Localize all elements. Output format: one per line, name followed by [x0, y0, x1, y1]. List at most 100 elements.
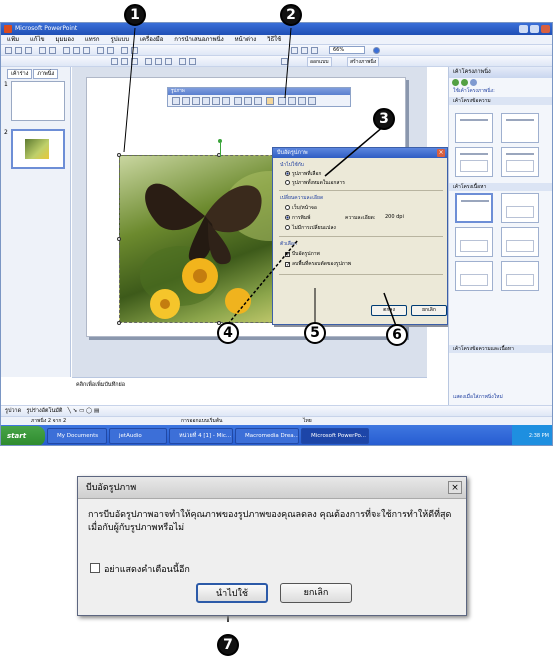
format-picture-icon[interactable]	[288, 97, 296, 105]
bold-icon[interactable]	[111, 58, 118, 65]
cancel-button[interactable]: ยกเลิก	[411, 305, 447, 316]
section-text-layouts[interactable]: เค้าโครงข้อความ	[449, 97, 552, 105]
back-icon[interactable]	[452, 79, 459, 86]
open-icon[interactable]	[15, 47, 22, 54]
radio-all-pictures[interactable]: รูปภาพทั้งหมดในเอกสาร	[285, 179, 345, 187]
align-center-icon[interactable]	[155, 58, 162, 65]
redo-icon[interactable]	[107, 47, 114, 54]
resize-handle[interactable]	[117, 237, 121, 241]
menu-slideshow[interactable]: การนำเสนอภาพนิ่ง	[174, 36, 223, 43]
underline-icon[interactable]	[131, 58, 138, 65]
menu-view[interactable]: มุมมอง	[56, 36, 74, 43]
layout-tile[interactable]	[455, 147, 493, 177]
cut-icon[interactable]	[63, 47, 70, 54]
menu-edit[interactable]: แก้ไข	[30, 36, 45, 43]
taskbar-item[interactable]: Microsoft PowerPo...	[301, 428, 369, 444]
color-icon[interactable]	[301, 47, 308, 54]
slide-thumbnail-2[interactable]	[11, 129, 65, 169]
autoshapes-menu[interactable]: รูปร่างอัตโนมัติ	[26, 408, 62, 414]
new-icon[interactable]	[5, 47, 12, 54]
resize-handle[interactable]	[117, 153, 121, 157]
radio-no-change[interactable]: ไม่มีการเปลี่ยนแปลง	[285, 224, 336, 232]
italic-icon[interactable]	[121, 58, 128, 65]
radio-web-screen[interactable]: เว็บ/หน้าจอ	[285, 204, 317, 212]
cancel-button[interactable]: ยกเลิก	[280, 583, 352, 603]
reset-picture-icon[interactable]	[308, 97, 316, 105]
close-icon[interactable]: ×	[437, 149, 445, 157]
font-color-icon[interactable]	[281, 58, 288, 65]
oval-icon[interactable]: ◯	[86, 408, 92, 414]
apply-button[interactable]: นำไปใช้	[196, 583, 268, 603]
close-button[interactable]	[541, 25, 550, 33]
menu-help[interactable]: วิธีใช้	[267, 36, 281, 43]
taskbar-item[interactable]: Macromedia Drea...	[235, 428, 299, 444]
layout-tile[interactable]	[455, 193, 493, 223]
compress-pictures-icon[interactable]	[266, 97, 274, 105]
start-button[interactable]: start	[1, 426, 45, 445]
show-on-insert-checkbox[interactable]: แสดงเมื่อใส่ภาพนิ่งใหม่	[449, 393, 503, 401]
numbering-icon[interactable]	[179, 58, 186, 65]
layout-tile[interactable]	[455, 113, 493, 143]
print-icon[interactable]	[39, 47, 46, 54]
slide-thumbnail-1[interactable]	[11, 81, 65, 121]
grid-icon[interactable]	[291, 47, 298, 54]
preview-icon[interactable]	[49, 47, 56, 54]
taskbar-item[interactable]: หน่วยที่ 4 [1] - Mic...	[169, 428, 233, 444]
align-right-icon[interactable]	[165, 58, 172, 65]
design-button[interactable]: ออกแบบ	[307, 57, 332, 67]
table-icon[interactable]	[131, 47, 138, 54]
layout-tile[interactable]	[455, 227, 493, 257]
notes-pane[interactable]: คลิกเพื่อเพิ่มบันทึกย่อ	[72, 377, 427, 405]
minimize-button[interactable]	[519, 25, 528, 33]
rectangle-icon[interactable]: ▭	[79, 408, 84, 414]
crop-icon[interactable]	[234, 97, 242, 105]
tab-outline[interactable]: เค้าร่าง	[7, 69, 33, 79]
chart-icon[interactable]	[121, 47, 128, 54]
layout-tile[interactable]	[455, 261, 493, 291]
line-icon[interactable]: ╲	[68, 408, 71, 414]
draw-menu[interactable]: รูปวาด	[5, 408, 21, 414]
less-brightness-icon[interactable]	[222, 97, 230, 105]
layout-tile[interactable]	[501, 113, 539, 143]
menu-format[interactable]: รูปแบบ	[110, 36, 129, 43]
resize-handle[interactable]	[117, 321, 121, 325]
line-style-icon[interactable]	[254, 97, 262, 105]
layout-tile[interactable]	[501, 261, 539, 291]
taskbar-item[interactable]: jetAudio	[109, 428, 167, 444]
align-left-icon[interactable]	[145, 58, 152, 65]
ok-button[interactable]: ตกลง	[371, 305, 407, 316]
rotate-left-icon[interactable]	[244, 97, 252, 105]
section-text-content-layouts[interactable]: เค้าโครงข้อความและเนื้อหา	[449, 345, 552, 353]
radio-print[interactable]: การพิมพ์	[285, 214, 310, 222]
undo-icon[interactable]	[97, 47, 104, 54]
more-brightness-icon[interactable]	[212, 97, 220, 105]
recolor-icon[interactable]	[278, 97, 286, 105]
dont-show-checkbox[interactable]: อย่าแสดงคำเตือนนี้อีก	[90, 562, 190, 576]
checkbox-delete-cropped[interactable]: ✓ ลบพื้นที่ครอบตัดของรูปภาพ	[285, 260, 351, 268]
less-contrast-icon[interactable]	[202, 97, 210, 105]
forward-icon[interactable]	[461, 79, 468, 86]
radio-selected-pictures[interactable]: รูปภาพที่เลือก	[285, 170, 321, 178]
save-icon[interactable]	[25, 47, 32, 54]
layout-tile[interactable]	[501, 147, 539, 177]
zoom-select[interactable]: 66%	[329, 46, 365, 54]
menu-window[interactable]: หน้าต่าง	[235, 36, 257, 43]
checkbox-compress-pictures[interactable]: ✓ บีบอัดรูปภาพ	[285, 250, 320, 258]
new-slide-button[interactable]: สร้างภาพนิ่ง	[347, 57, 380, 67]
copy-icon[interactable]	[73, 47, 80, 54]
paste-icon[interactable]	[83, 47, 90, 54]
expand-icon[interactable]	[311, 47, 318, 54]
menu-file[interactable]: แฟ้ม	[7, 36, 19, 43]
home-icon[interactable]	[470, 79, 477, 86]
menu-insert[interactable]: แทรก	[85, 36, 100, 43]
arrow-icon[interactable]: ➘	[73, 408, 78, 414]
bullets-icon[interactable]	[189, 58, 196, 65]
layout-tile[interactable]	[501, 193, 539, 223]
maximize-button[interactable]	[530, 25, 539, 33]
more-contrast-icon[interactable]	[192, 97, 200, 105]
menu-tools[interactable]: เครื่องมือ	[140, 36, 163, 43]
textbox-icon[interactable]: ▤	[94, 408, 99, 414]
section-content-layouts[interactable]: เค้าโครงเนื้อหา	[449, 183, 552, 191]
close-icon[interactable]: ×	[448, 481, 462, 494]
transparent-color-icon[interactable]	[298, 97, 306, 105]
